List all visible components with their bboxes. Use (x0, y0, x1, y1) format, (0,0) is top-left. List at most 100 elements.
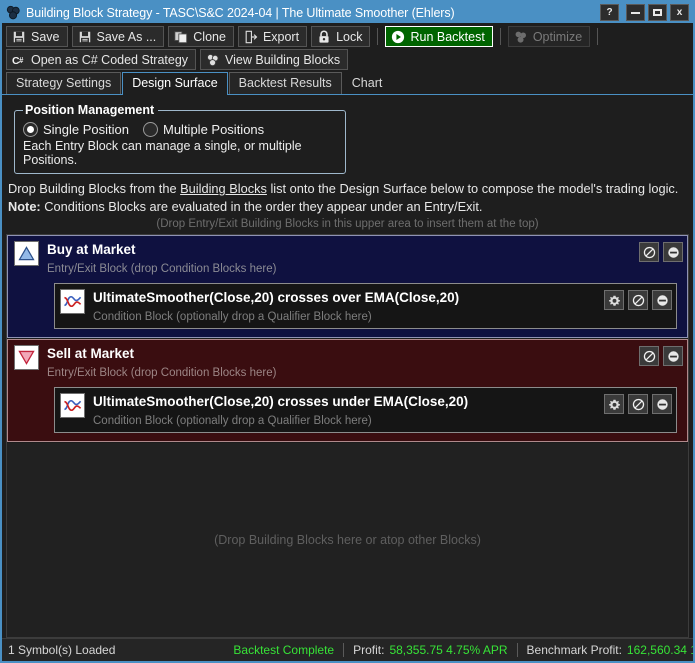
entry-block-buy-actions (639, 242, 683, 262)
entry-block-sell-subtitle: Entry/Exit Block (drop Condition Blocks … (47, 367, 277, 379)
disable-button[interactable] (628, 394, 648, 414)
minimize-button[interactable] (626, 4, 645, 21)
entry-block-buy-text: Buy at Market Entry/Exit Block (drop Con… (47, 241, 639, 276)
instructions-text-after-link: list onto the Design Surface below to co… (266, 181, 679, 196)
lock-button-label: Lock (336, 29, 363, 44)
gear-icon (608, 399, 620, 410)
position-mode-radio-group: Single Position Multiple Positions (23, 122, 337, 137)
condition-block-sell[interactable]: UltimateSmoother(Close,20) crosses under… (54, 387, 677, 433)
optimize-button[interactable]: Optimize (507, 26, 591, 47)
save-button[interactable]: Save (6, 26, 68, 47)
benchmark-profit-value: 162,560.34 10.23% APR (626, 643, 693, 657)
entry-block-sell[interactable]: Sell at Market Entry/Exit Block (drop Co… (7, 339, 688, 442)
toolbar-divider-3 (597, 28, 599, 45)
tab-chart[interactable]: Chart (343, 73, 392, 94)
radio-dot-selected-icon (23, 122, 38, 137)
optimize-icon (515, 31, 526, 43)
maximize-button[interactable] (648, 4, 667, 21)
profit-value: 58,355.75 4.75% APR (389, 643, 508, 657)
disable-icon (643, 350, 655, 362)
condition-block-buy-title: UltimateSmoother(Close,20) crosses over … (93, 290, 460, 305)
remove-icon (656, 398, 668, 410)
condition-block-buy[interactable]: UltimateSmoother(Close,20) crosses over … (54, 283, 677, 329)
remove-icon (656, 294, 668, 306)
empty-drop-area[interactable]: (Drop Building Blocks here or atop other… (7, 443, 688, 637)
disable-button[interactable] (639, 242, 659, 262)
entry-block-buy-subtitle: Entry/Exit Block (drop Condition Blocks … (47, 263, 277, 275)
toolbar-divider-2 (499, 28, 501, 45)
disable-button[interactable] (628, 290, 648, 310)
design-surface[interactable]: Buy at Market Entry/Exit Block (drop Con… (6, 234, 689, 638)
remove-button[interactable] (652, 394, 672, 414)
disable-icon (632, 294, 644, 306)
entry-block-buy-title: Buy at Market (47, 242, 136, 257)
condition-block-sell-title: UltimateSmoother(Close,20) crosses under… (93, 394, 469, 409)
instructions-line-1: Drop Building Blocks from the Building B… (8, 181, 693, 196)
close-button[interactable]: x (670, 4, 689, 21)
indicator-curve-icon (60, 393, 85, 418)
condition-block-sell-actions (604, 394, 672, 414)
gear-icon (608, 295, 620, 306)
svg-text:#: # (19, 56, 24, 65)
clone-button-label: Clone (193, 29, 226, 44)
settings-button[interactable] (604, 290, 624, 310)
remove-button[interactable] (663, 346, 683, 366)
save-as-button[interactable]: Save As ... (71, 26, 165, 47)
minimize-icon (631, 11, 640, 14)
remove-icon (667, 350, 679, 362)
view-building-blocks-label: View Building Blocks (225, 52, 341, 67)
clone-button[interactable]: Clone (168, 26, 234, 47)
settings-button[interactable] (604, 394, 624, 414)
help-button[interactable]: ? (600, 4, 619, 21)
clone-icon (174, 30, 188, 43)
note-text: Conditions Blocks are evaluated in the o… (40, 199, 483, 214)
tab-backtest-results[interactable]: Backtest Results (228, 72, 342, 94)
export-button[interactable]: Export (237, 26, 308, 47)
status-bar: 1 Symbol(s) Loaded Backtest Complete Pro… (2, 638, 693, 661)
status-divider-2 (516, 643, 518, 657)
condition-block-buy-actions (604, 290, 672, 310)
blocks-icon (207, 53, 219, 66)
export-icon (245, 30, 258, 43)
instructions-text-before-link: Drop Building Blocks from the (8, 181, 181, 196)
disable-icon (632, 398, 644, 410)
disable-button[interactable] (639, 346, 659, 366)
position-management-legend: Position Management (25, 103, 155, 117)
play-icon (392, 30, 405, 43)
empty-drop-hint: (Drop Building Blocks here or atop other… (214, 533, 481, 547)
csharp-icon: C # (12, 54, 24, 66)
benchmark-profit-label: Benchmark Profit: (526, 643, 622, 657)
tab-design-surface[interactable]: Design Surface (122, 72, 228, 95)
save-as-icon (78, 30, 91, 43)
lock-button[interactable]: Lock (311, 26, 371, 47)
open-as-csharp-button[interactable]: C # Open as C# Coded Strategy (6, 49, 197, 70)
view-building-blocks-button[interactable]: View Building Blocks (200, 49, 349, 70)
down-triangle-icon (14, 345, 39, 370)
run-backtest-button[interactable]: Run Backtest (385, 26, 493, 47)
building-block-strategy-window: Building Block Strategy - TASC\S&C 2024-… (0, 0, 695, 663)
tab-bar: Strategy Settings Design Surface Backtes… (2, 72, 693, 95)
save-as-button-label: Save As ... (96, 29, 157, 44)
remove-button[interactable] (663, 242, 683, 262)
building-blocks-link[interactable]: Building Blocks (180, 181, 267, 196)
run-backtest-label: Run Backtest (410, 29, 485, 44)
title-bar: Building Block Strategy - TASC\S&C 2024-… (2, 2, 693, 23)
indicator-curve-icon (60, 289, 85, 314)
entry-block-buy[interactable]: Buy at Market Entry/Exit Block (drop Con… (7, 235, 688, 338)
toolbar-primary: Save Save As ... Clone Export Lock Run B… (2, 23, 693, 48)
remove-button[interactable] (652, 290, 672, 310)
radio-single-position[interactable]: Single Position (23, 122, 129, 137)
window-title: Building Block Strategy - TASC\S&C 2024-… (26, 5, 455, 20)
export-button-label: Export (262, 29, 300, 44)
up-triangle-icon (14, 241, 39, 266)
note-label: Note: (8, 199, 41, 214)
profit-label: Profit: (353, 643, 385, 657)
radio-multiple-positions[interactable]: Multiple Positions (143, 122, 264, 137)
save-button-label: Save (31, 29, 60, 44)
toolbar-divider (377, 28, 379, 45)
condition-block-sell-text: UltimateSmoother(Close,20) crosses under… (93, 393, 604, 428)
entry-block-sell-title: Sell at Market (47, 346, 135, 361)
symbols-loaded-status: 1 Symbol(s) Loaded (8, 643, 116, 657)
tab-strategy-settings[interactable]: Strategy Settings (6, 72, 122, 94)
entry-block-sell-actions (639, 346, 683, 366)
